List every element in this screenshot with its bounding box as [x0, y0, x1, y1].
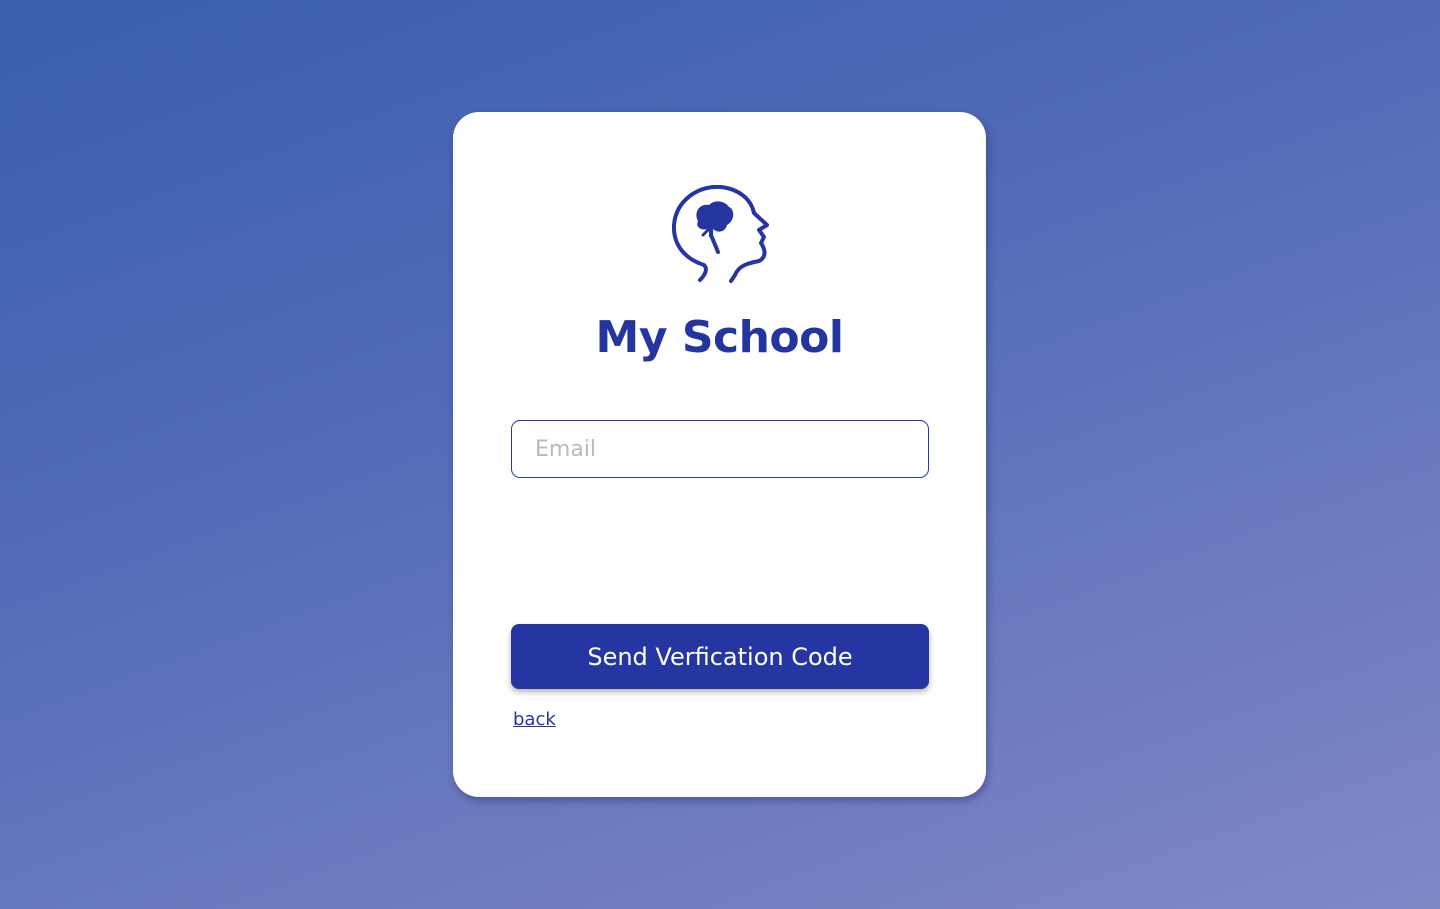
email-field[interactable]: [511, 420, 929, 478]
verification-card: My School Send Verfication Code back: [453, 112, 986, 797]
app-title: My School: [595, 312, 844, 363]
send-verification-code-button[interactable]: Send Verfication Code: [511, 624, 929, 689]
back-link[interactable]: back: [513, 709, 556, 730]
head-brain-icon: [671, 185, 769, 283]
